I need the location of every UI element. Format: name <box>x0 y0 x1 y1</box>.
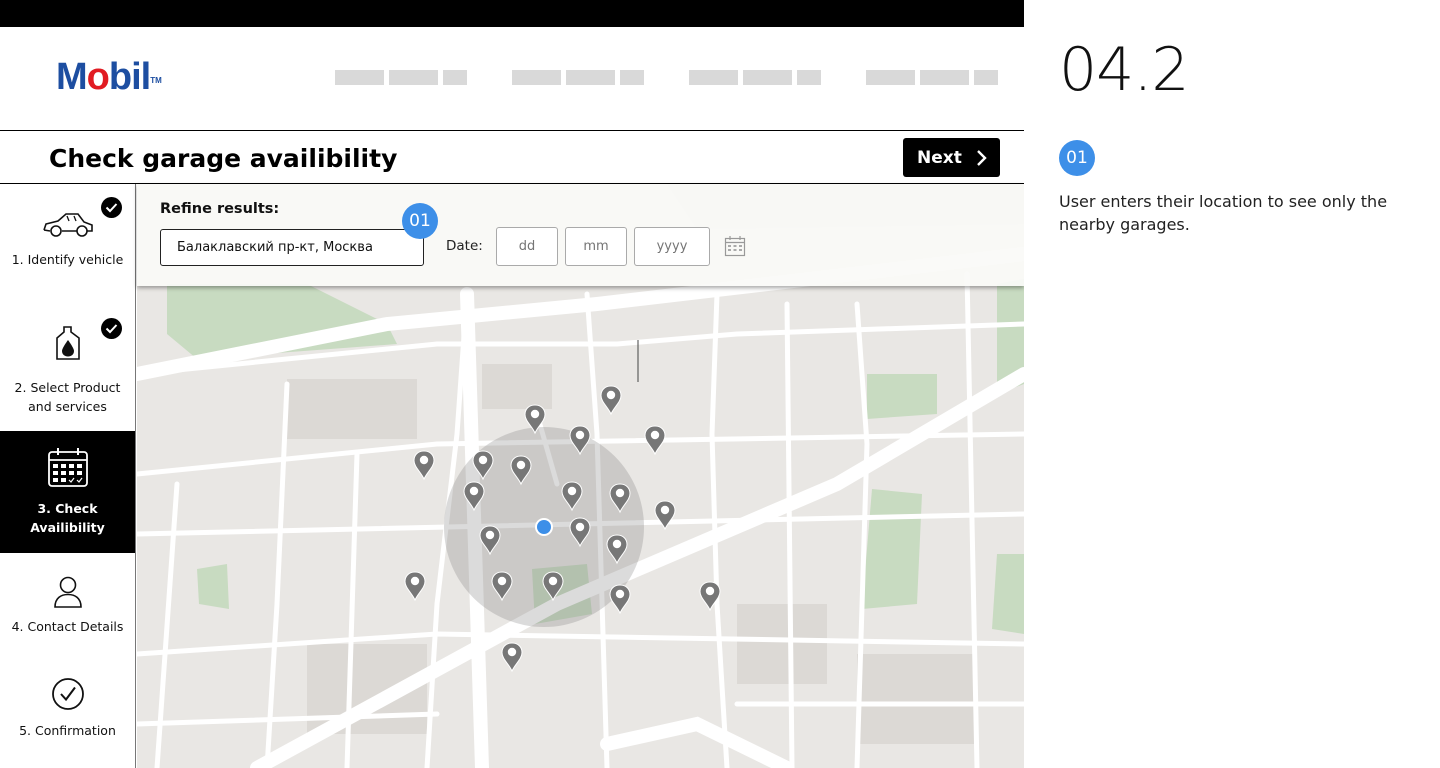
page-title: Check garage availibility <box>49 144 398 173</box>
step-label: 4. Contact Details <box>11 619 124 634</box>
step-confirmation[interactable]: 5. Confirmation <box>0 657 135 768</box>
nav-item-2[interactable] <box>512 70 644 85</box>
car-icon <box>42 213 93 237</box>
refine-results-label: Refine results: <box>160 201 280 217</box>
step-label: 5. Confirmation <box>19 723 116 738</box>
note-badge: 01 <box>1059 140 1095 176</box>
section-number: 04.2 <box>1059 35 1190 105</box>
calendar-icon <box>47 448 88 487</box>
check-icon <box>101 318 122 339</box>
chevron-right-icon <box>977 149 987 166</box>
person-icon <box>53 576 82 608</box>
calendar-picker-icon[interactable] <box>724 235 746 257</box>
garage-pin-icon[interactable] <box>644 425 666 456</box>
annotation-panel: 04.2 01 User enters their location to se… <box>1024 0 1440 768</box>
check-icon <box>101 197 122 218</box>
next-button-label: Next <box>917 147 962 168</box>
browser-top-bar <box>0 0 1024 27</box>
site-header: MobilTM <box>0 27 1024 131</box>
garage-pin-icon[interactable] <box>654 500 676 531</box>
next-button[interactable]: Next <box>903 138 1000 177</box>
note-text: User enters their location to see only t… <box>1059 192 1388 234</box>
garage-pin-icon[interactable] <box>404 571 426 602</box>
step-select-product[interactable]: 2. Select Product and services <box>0 308 135 431</box>
garage-pin-icon[interactable] <box>600 385 622 416</box>
oil-bottle-icon <box>55 326 80 360</box>
mobil-logo[interactable]: MobilTM <box>56 55 162 99</box>
location-input[interactable] <box>160 229 424 266</box>
nav-item-1[interactable] <box>335 70 467 85</box>
nav-item-4[interactable] <box>866 70 998 85</box>
garage-pin-icon[interactable] <box>413 450 435 481</box>
date-label: Date: <box>446 238 483 254</box>
step-check-availability[interactable]: 3. Check Availibility <box>0 431 135 553</box>
annotation-badge: 01 <box>402 203 438 239</box>
step-label: 2. Select Product and services <box>14 380 121 414</box>
month-input[interactable] <box>565 227 627 266</box>
year-input[interactable] <box>634 227 710 266</box>
check-circle-icon <box>51 678 84 710</box>
garage-pin-icon[interactable] <box>609 584 631 615</box>
step-label: 3. Check Availibility <box>30 501 105 535</box>
user-location-dot <box>537 520 551 534</box>
nav-item-3[interactable] <box>689 70 821 85</box>
day-input[interactable] <box>496 227 558 266</box>
app-screen: MobilTM Check garage availibility Next 1… <box>0 0 1024 768</box>
step-label: 1. Identify vehicle <box>11 252 124 267</box>
step-identify-vehicle[interactable]: 1. Identify vehicle <box>0 184 135 308</box>
refine-results-bar: Refine results: Date: 01 <box>137 184 1024 286</box>
garage-pin-icon[interactable] <box>501 642 523 673</box>
title-bar: Check garage availibility Next <box>0 132 1024 184</box>
progress-sidebar: 1. Identify vehicle 2. Select Product an… <box>0 184 136 768</box>
step-contact-details[interactable]: 4. Contact Details <box>0 553 135 657</box>
